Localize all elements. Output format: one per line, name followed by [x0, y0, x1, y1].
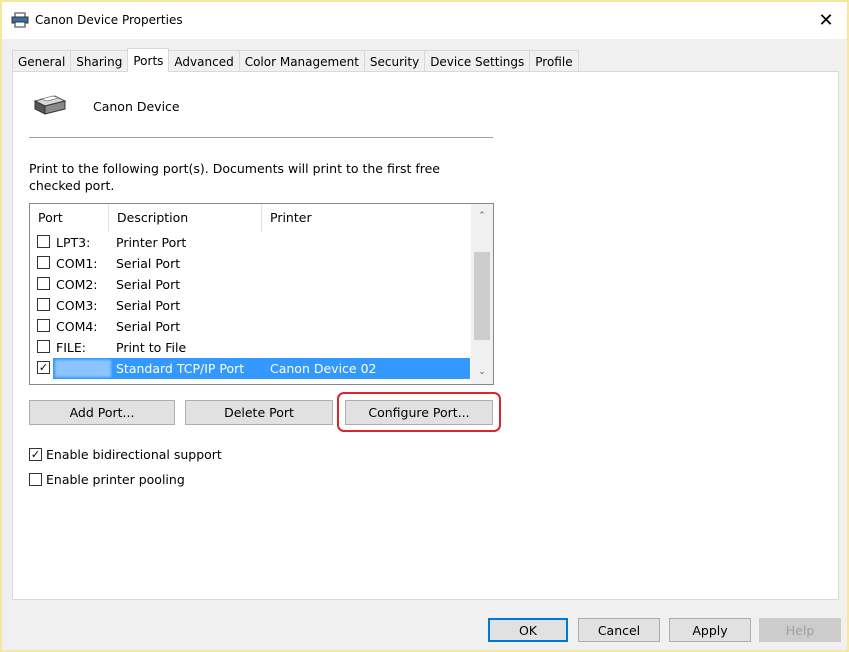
table-row[interactable]: FILE: Print to File — [30, 337, 470, 358]
port-name: FILE: — [56, 340, 86, 355]
port-name: COM4: — [56, 319, 98, 334]
apply-button[interactable]: Apply — [669, 618, 751, 642]
tab-profile[interactable]: Profile — [529, 50, 579, 72]
port-instructions: Print to the following port(s). Document… — [29, 161, 440, 193]
port-name: COM3: — [56, 298, 98, 313]
port-list[interactable]: Port Description Printer LPT3: Printer P… — [29, 203, 494, 385]
table-row[interactable]: LPT3: Printer Port — [30, 232, 470, 253]
column-header-port[interactable]: Port — [30, 204, 109, 232]
port-description: Print to File — [116, 340, 187, 355]
table-row[interactable]: COM1: Serial Port — [30, 253, 470, 274]
port-description: Serial Port — [116, 256, 181, 271]
port-checkbox-checked[interactable]: ✓ — [37, 361, 50, 374]
port-description: Serial Port — [116, 319, 181, 334]
device-name: Canon Device — [93, 99, 180, 114]
window-title: Canon Device Properties — [35, 13, 183, 27]
port-list-header: Port Description Printer — [30, 204, 470, 232]
chevron-down-icon: ⌄ — [478, 367, 486, 377]
pooling-checkbox[interactable] — [29, 473, 42, 486]
port-checkbox[interactable] — [37, 277, 50, 290]
vertical-scrollbar[interactable]: ⌃ ⌄ — [471, 204, 493, 384]
bidirectional-label: Enable bidirectional support — [46, 447, 222, 462]
title-bar: Canon Device Properties ✕ — [2, 2, 847, 39]
table-row[interactable]: COM2: Serial Port — [30, 274, 470, 295]
redacted-port-name — [55, 360, 111, 377]
configure-port-button[interactable]: Configure Port... — [345, 400, 493, 425]
port-name: COM2: — [56, 277, 98, 292]
scroll-down-button[interactable]: ⌄ — [471, 362, 493, 382]
tab-advanced[interactable]: Advanced — [168, 50, 240, 72]
tab-security[interactable]: Security — [363, 50, 426, 72]
scroll-up-button[interactable]: ⌃ — [471, 206, 493, 226]
divider — [29, 137, 493, 138]
port-description: Serial Port — [116, 298, 181, 313]
column-header-description[interactable]: Description — [109, 204, 262, 232]
bidirectional-checkbox[interactable]: ✓ — [29, 448, 42, 461]
column-header-printer[interactable]: Printer — [262, 204, 470, 232]
port-description: Standard TCP/IP Port — [116, 361, 245, 376]
add-port-button[interactable]: Add Port... — [29, 400, 175, 425]
tab-strip: General Sharing Ports Advanced Color Man… — [12, 48, 579, 72]
help-button: Help — [759, 618, 841, 642]
tab-device-settings[interactable]: Device Settings — [424, 50, 531, 72]
pooling-option[interactable]: Enable printer pooling — [29, 472, 185, 487]
port-description: Printer Port — [116, 235, 187, 250]
table-row-selected[interactable]: ✓ Standard TCP/IP Port Canon Device 02 — [30, 358, 470, 379]
ok-button[interactable]: OK — [488, 618, 568, 642]
chevron-up-icon: ⌃ — [478, 211, 486, 221]
port-checkbox[interactable] — [37, 319, 50, 332]
table-row[interactable]: COM3: Serial Port — [30, 295, 470, 316]
ports-page: Canon Device Print to the following port… — [12, 71, 839, 600]
pooling-label: Enable printer pooling — [46, 472, 185, 487]
scroll-thumb[interactable] — [474, 252, 490, 340]
tab-ports[interactable]: Ports — [127, 48, 170, 72]
close-button[interactable]: ✕ — [809, 5, 843, 35]
port-checkbox[interactable] — [37, 340, 50, 353]
port-description: Serial Port — [116, 277, 181, 292]
delete-port-button[interactable]: Delete Port — [185, 400, 333, 425]
cancel-button[interactable]: Cancel — [578, 618, 660, 642]
port-name: LPT3: — [56, 235, 91, 250]
port-checkbox[interactable] — [37, 298, 50, 311]
port-printer: Canon Device 02 — [270, 361, 377, 376]
port-checkbox[interactable] — [37, 256, 50, 269]
close-icon: ✕ — [818, 9, 834, 31]
printer-icon — [33, 95, 67, 115]
tab-sharing[interactable]: Sharing — [70, 50, 129, 72]
tab-color-management[interactable]: Color Management — [238, 50, 365, 72]
table-row[interactable]: COM4: Serial Port — [30, 316, 470, 337]
tab-general[interactable]: General — [12, 50, 72, 72]
port-name: COM1: — [56, 256, 98, 271]
properties-window: Canon Device Properties ✕ General Sharin… — [0, 0, 849, 652]
printer-icon — [11, 12, 29, 28]
port-checkbox[interactable] — [37, 235, 50, 248]
bidirectional-option[interactable]: ✓ Enable bidirectional support — [29, 447, 222, 462]
